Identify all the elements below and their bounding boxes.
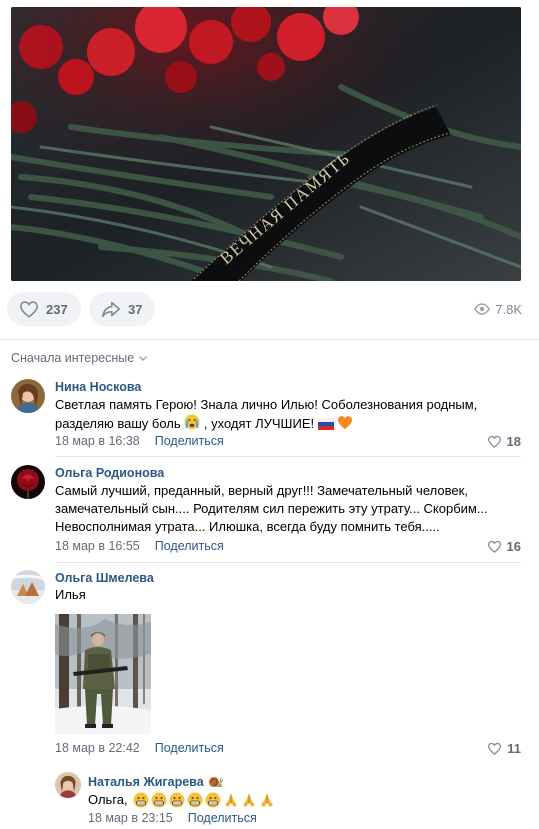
comment-date[interactable]: 18 мар в 16:55: [55, 539, 140, 553]
comment-meta: 18 мар в 16:38 Поделиться: [55, 434, 224, 448]
grimacing-face-emoji: [187, 792, 203, 808]
crying-face-emoji: [184, 414, 200, 430]
comment-author[interactable]: Наталья Жигарева: [88, 775, 204, 789]
comment-like-count: 18: [506, 434, 521, 449]
comment-text: Ольга,: [88, 791, 275, 809]
avatar[interactable]: [11, 570, 45, 604]
comment-author[interactable]: Ольга Родионова: [55, 466, 164, 480]
comments-sort-dropdown[interactable]: Сначала интересные: [11, 351, 148, 365]
comment-share-link[interactable]: Поделиться: [155, 539, 224, 553]
comment-like-button[interactable]: 16: [487, 539, 521, 554]
praying-hands-emoji: [224, 794, 237, 807]
comment-like-button[interactable]: 18: [487, 434, 521, 449]
comment-date[interactable]: 18 мар в 23:15: [88, 811, 173, 825]
share-count: 37: [128, 301, 143, 317]
comment-share-link[interactable]: Поделиться: [155, 741, 224, 755]
grimacing-face-emoji: [205, 792, 221, 808]
comment-share-link[interactable]: Поделиться: [188, 811, 257, 825]
grimacing-face-emoji: [169, 792, 185, 808]
comment-share-link[interactable]: Поделиться: [155, 434, 224, 448]
heart-icon: [488, 742, 502, 755]
comment-meta: 18 мар в 16:55 Поделиться: [55, 539, 224, 553]
comment-like-count: 16: [506, 539, 521, 554]
comment-author[interactable]: Нина Носкова: [55, 380, 141, 394]
comment-like-count: 11: [507, 741, 521, 756]
comment-meta: 18 мар в 23:15 Поделиться: [88, 811, 257, 825]
grimacing-face-emoji: [151, 792, 167, 808]
eye-icon: [474, 303, 491, 315]
comment-author[interactable]: Ольга Шмелева: [55, 571, 154, 585]
praying-hands-emoji: [260, 794, 273, 807]
divider: [55, 456, 521, 457]
comment-text-line: разделяю вашу боль , уходят ЛУЧШИЕ!: [55, 414, 477, 433]
heart-icon: [487, 435, 501, 448]
snail-emoji: [207, 777, 223, 787]
sort-label: Сначала интересные: [11, 351, 135, 365]
avatar[interactable]: [11, 465, 45, 499]
soldier-photo: [55, 614, 151, 734]
comment-date[interactable]: 18 мар в 22:42: [55, 741, 140, 755]
comment-text: Илья: [55, 586, 86, 604]
comment-text-line: Илья: [55, 587, 86, 602]
avatar[interactable]: [11, 379, 45, 413]
comment-text-line: Невосполнимая утрата... Илюшка, всегда б…: [55, 519, 440, 534]
like-button[interactable]: 237: [7, 292, 81, 326]
post-photo[interactable]: ВЕЧНАЯ ПАМЯТЬ: [11, 7, 521, 281]
comment-text-line: Светлая память Герою! Знала лично Илью! …: [55, 397, 478, 412]
chevron-down-icon: [139, 355, 148, 361]
comment-text: Светлая память Герою! Знала лично Илью! …: [55, 396, 477, 433]
comment-text: Самый лучший, преданный, верный друг!!! …: [55, 482, 488, 536]
comment-text-part: Ольга,: [88, 792, 128, 807]
like-count: 237: [46, 301, 68, 317]
orange-heart-emoji: [338, 416, 353, 430]
views-count: 7.8K: [495, 301, 522, 317]
share-button[interactable]: 37: [89, 292, 155, 326]
post-action-bar: 237 37 7.8K: [0, 292, 539, 326]
carnations-ribbon-image: ВЕЧНАЯ ПАМЯТЬ: [11, 7, 521, 281]
share-arrow-icon: [102, 301, 120, 318]
avatar[interactable]: [55, 772, 81, 798]
comment-text-line: замечательный сын.... Родителям сил пере…: [55, 501, 488, 516]
praying-hands-emoji: [242, 794, 255, 807]
heart-icon: [19, 301, 39, 318]
reply-author-row: Наталья Жигарева: [88, 775, 223, 789]
comment-text-line: Самый лучший, преданный, верный друг!!! …: [55, 483, 468, 498]
divider: [55, 562, 521, 563]
comment-text-part: , уходят ЛУЧШИЕ!: [203, 416, 315, 431]
comment-date[interactable]: 18 мар в 16:38: [55, 434, 140, 448]
grimacing-face-emoji: [133, 792, 149, 808]
comment-text-part: разделяю вашу боль: [55, 416, 181, 431]
views-counter: 7.8K: [474, 292, 522, 326]
comment-meta: 18 мар в 22:42 Поделиться: [55, 741, 224, 755]
heart-icon: [487, 540, 501, 553]
comment-attached-photo[interactable]: [55, 614, 151, 734]
divider: [0, 339, 539, 340]
comment-like-button[interactable]: 11: [487, 741, 521, 756]
russian-flag-emoji: [317, 418, 334, 430]
